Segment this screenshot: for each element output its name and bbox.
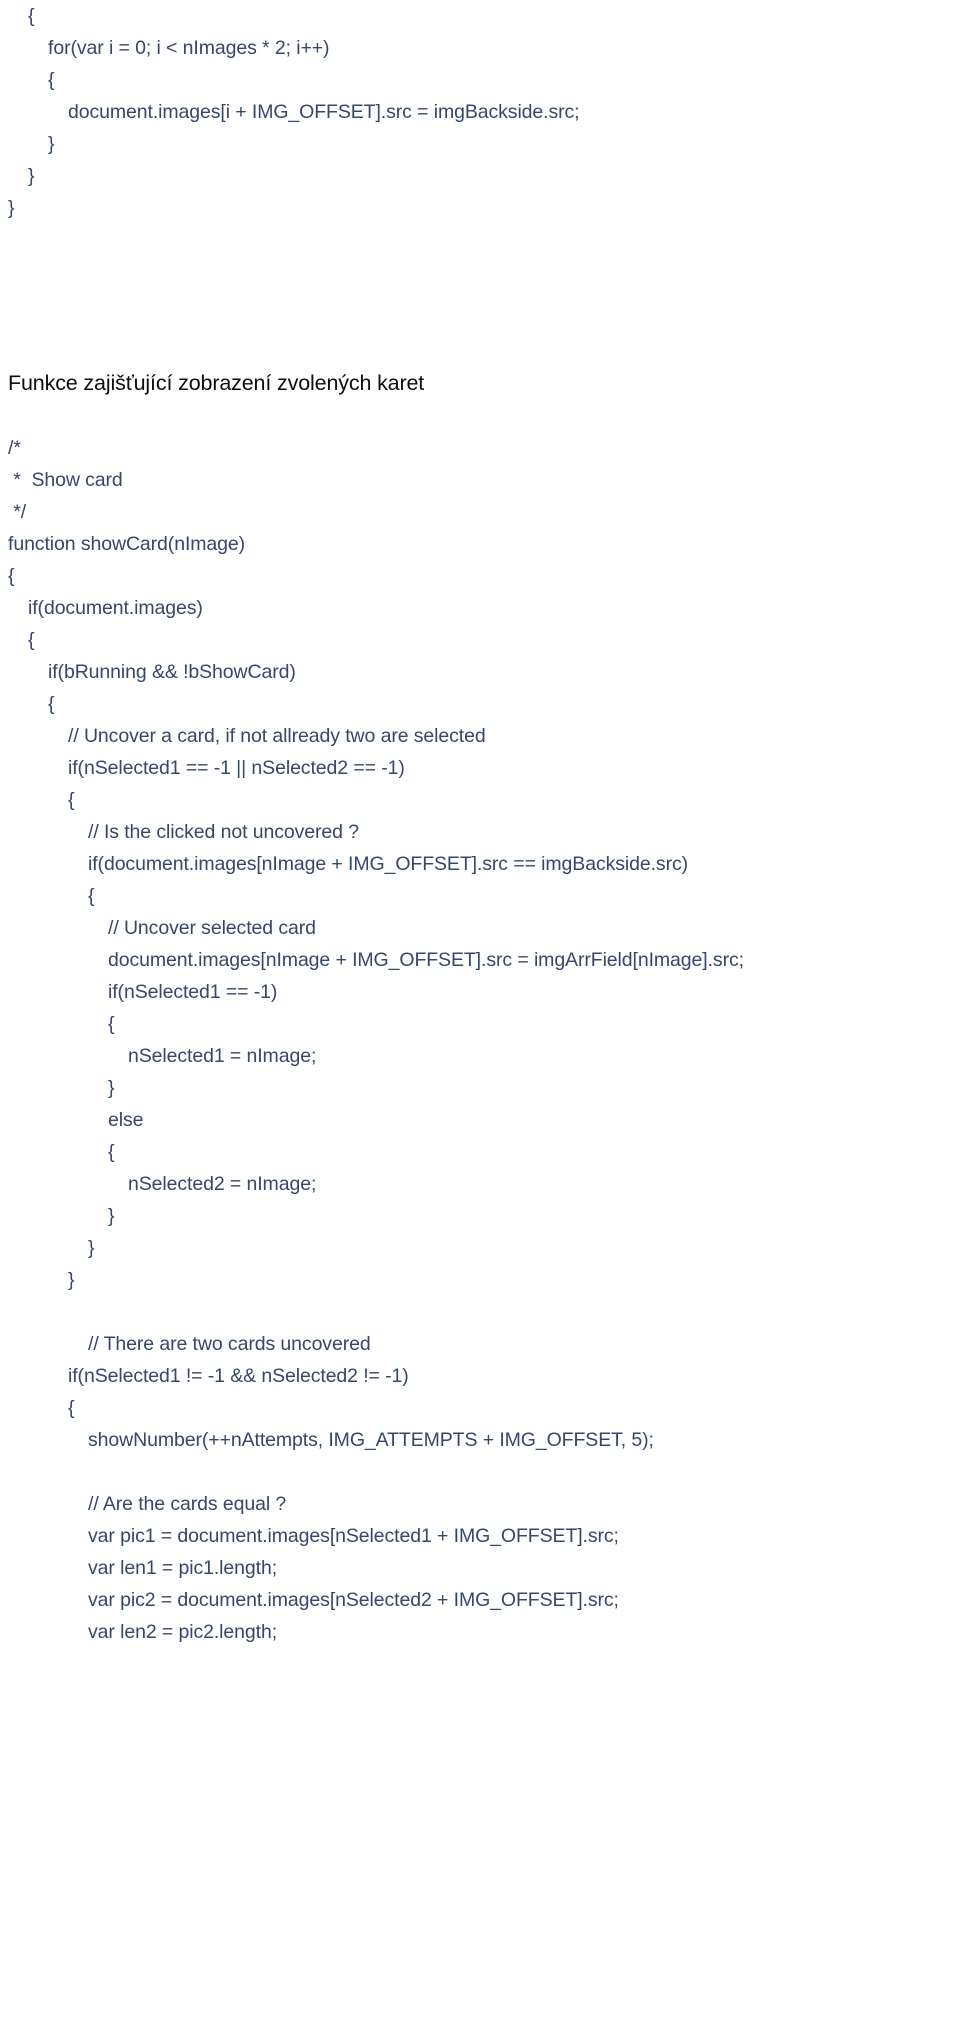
- code-line: nSelected2 = nImage;: [128, 1173, 317, 1195]
- code-line: var len1 = pic1.length;: [88, 1557, 278, 1579]
- code-line: * Show card: [8, 469, 123, 491]
- code-line: }: [48, 133, 55, 155]
- code-line: else: [108, 1109, 144, 1131]
- code-line: */: [8, 501, 27, 523]
- code-line: if(nSelected1 != -1 && nSelected2 != -1): [68, 1365, 409, 1387]
- code-line: {: [28, 5, 35, 27]
- document-page: { for(var i = 0; i < nImages * 2; i++) { do…: [0, 0, 960, 2044]
- code-line: var pic2 = document.images[nSelected2 + …: [88, 1589, 619, 1611]
- code-line: {: [48, 693, 55, 715]
- code-line: if(document.images[nImage + IMG_OFFSET].…: [88, 853, 689, 875]
- code-line: function showCard(nImage): [8, 533, 246, 555]
- code-line: /*: [8, 437, 21, 459]
- code-line: if(nSelected1 == -1): [108, 981, 278, 1003]
- code-line: // Uncover a card, if not allready two a…: [68, 725, 486, 747]
- code-line: {: [48, 69, 55, 91]
- code-line: nSelected1 = nImage;: [128, 1045, 317, 1067]
- code-line: document.images[nImage + IMG_OFFSET].src…: [108, 949, 744, 971]
- section-heading: Funkce zajišťující zobrazení zvolených k…: [8, 371, 425, 395]
- code-line: }: [88, 1237, 95, 1259]
- code-line: for(var i = 0; i < nImages * 2; i++): [48, 37, 330, 59]
- code-line: }: [108, 1077, 115, 1099]
- code-block-bottom: /* * Show card */ function showCard(nImag…: [0, 432, 960, 1648]
- code-line: document.images[i + IMG_OFFSET].src = im…: [68, 101, 580, 123]
- code-line: {: [68, 1397, 75, 1419]
- code-line: }: [108, 1205, 115, 1227]
- code-line: var len2 = pic2.length;: [88, 1621, 278, 1643]
- code-line: {: [88, 885, 95, 907]
- code-line: {: [108, 1013, 115, 1035]
- code-line: // Uncover selected card: [108, 917, 316, 939]
- code-line: }: [8, 197, 15, 219]
- code-line: if(document.images): [28, 597, 203, 619]
- code-line: // Are the cards equal ?: [88, 1493, 287, 1515]
- code-line: }: [28, 165, 35, 187]
- code-line: if(nSelected1 == -1 || nSelected2 == -1): [68, 757, 405, 779]
- code-line: // Is the clicked not uncovered ?: [88, 821, 359, 843]
- code-line: var pic1 = document.images[nSelected1 + …: [88, 1525, 619, 1547]
- code-line: {: [68, 789, 75, 811]
- code-line: }: [68, 1269, 75, 1291]
- code-line: {: [28, 629, 35, 651]
- code-line: {: [8, 565, 15, 587]
- code-line: showNumber(++nAttempts, IMG_ATTEMPTS + I…: [88, 1429, 654, 1451]
- code-line: {: [108, 1141, 115, 1163]
- code-line: if(bRunning && !bShowCard): [48, 661, 296, 683]
- code-line: // There are two cards uncovered: [88, 1333, 371, 1355]
- code-block-top: { for(var i = 0; i < nImages * 2; i++) { do…: [0, 0, 960, 224]
